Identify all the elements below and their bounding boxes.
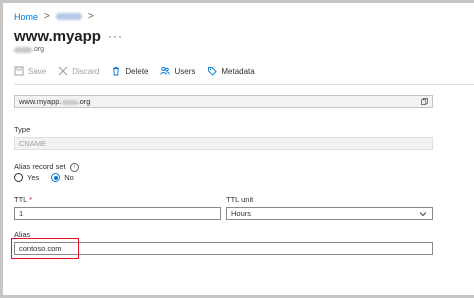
window-frame-top (0, 0, 474, 3)
breadcrumb-redacted-zone[interactable] (55, 13, 82, 20)
ttl-input[interactable]: 1 (14, 207, 221, 220)
save-label: Save (28, 66, 47, 76)
fqdn-field[interactable]: www.myapp. .org (14, 95, 433, 108)
page-title: www.myapp (14, 28, 101, 45)
discard-label: Discard (72, 66, 100, 76)
radio-yes-label: Yes (27, 173, 40, 182)
ttl-unit-select[interactable]: Hours (226, 207, 433, 220)
page-subtitle: .org (14, 46, 44, 53)
radio-no-label: No (64, 173, 74, 182)
copy-icon[interactable] (421, 98, 428, 105)
users-button[interactable]: Users (160, 66, 195, 76)
fqdn-suffix: .org (77, 97, 91, 106)
subtitle-suffix: .org (32, 46, 45, 53)
toolbar-divider (14, 84, 474, 85)
breadcrumb: Home > > (14, 11, 94, 22)
subtitle-redacted (14, 46, 32, 53)
ttl-label-text: TTL (14, 195, 28, 204)
breadcrumb-separator: > (44, 11, 50, 22)
info-icon[interactable]: i (69, 162, 79, 172)
alias-record-set-text: Alias record set (14, 162, 66, 171)
ttl-label: TTL * (14, 195, 32, 204)
save-button[interactable]: Save (14, 66, 46, 76)
radio-yes[interactable]: Yes (14, 173, 39, 182)
breadcrumb-separator: > (87, 11, 94, 22)
alias-value-highlight (11, 238, 79, 259)
metadata-button[interactable]: Metadata (207, 66, 255, 76)
type-field: CNAME (14, 137, 433, 150)
delete-button[interactable]: Delete (111, 66, 148, 76)
chevron-down-icon (419, 212, 427, 217)
required-marker: * (29, 195, 33, 204)
ttl-unit-value: Hours (231, 209, 252, 218)
ttl-unit-label: TTL unit (226, 195, 254, 204)
radio-yes-circle[interactable] (14, 173, 23, 182)
save-icon (14, 66, 24, 76)
type-label: Type (14, 125, 31, 134)
command-toolbar: Save Discard Delete Users Metadata (14, 66, 255, 76)
breadcrumb-home-link[interactable]: Home (14, 12, 38, 22)
trash-icon (113, 66, 120, 76)
fqdn-prefix: www.myapp. (19, 97, 62, 106)
users-label: Users (174, 66, 196, 76)
alias-record-set-radio-group: Yes No (14, 173, 74, 182)
window-frame-left (0, 0, 3, 298)
discard-button[interactable]: Discard (58, 66, 99, 76)
discard-icon (58, 66, 68, 76)
users-icon (160, 66, 171, 75)
tag-icon (208, 67, 218, 76)
alias-record-set-label: Alias record set i (14, 162, 79, 172)
radio-no-circle[interactable] (51, 173, 61, 182)
delete-label: Delete (125, 66, 149, 76)
fqdn-redacted (61, 99, 78, 105)
more-options-button[interactable]: ··· (108, 29, 123, 43)
metadata-label: Metadata (221, 66, 255, 76)
radio-no[interactable]: No (51, 173, 74, 182)
